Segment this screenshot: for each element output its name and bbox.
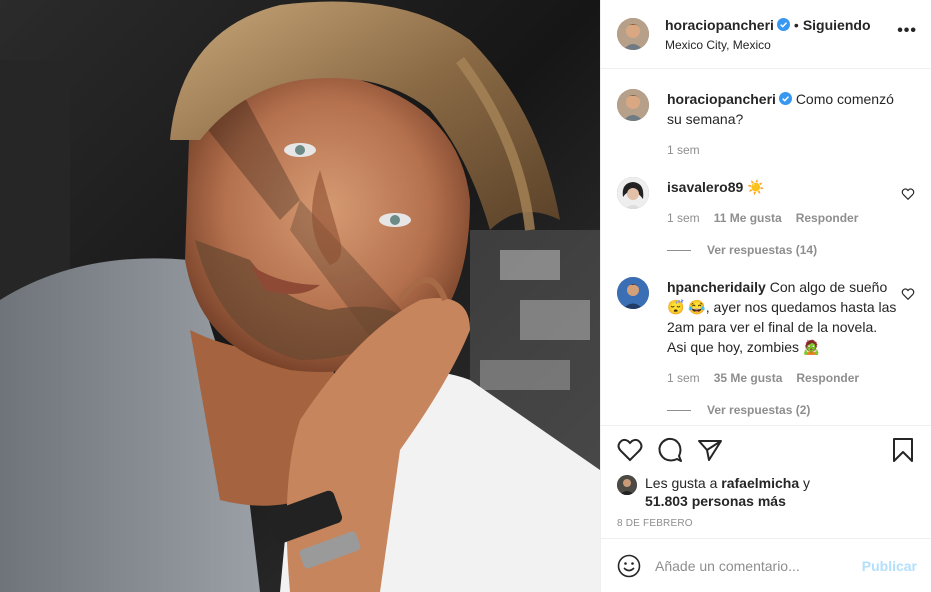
like-heart-icon[interactable] (617, 438, 643, 462)
publish-button[interactable]: Publicar (862, 558, 917, 574)
share-paper-plane-icon[interactable] (697, 438, 723, 462)
post-side-panel: horaciopancheri • Siguiendo Mexico City, M… (600, 0, 931, 592)
replies-divider (667, 249, 691, 251)
following-button[interactable]: Siguiendo (803, 17, 871, 33)
comment-bubble-icon[interactable] (657, 437, 683, 463)
save-bookmark-icon[interactable] (891, 437, 915, 463)
comment-likes[interactable]: 11 Me gusta (714, 211, 782, 225)
reply-button[interactable]: Responder (796, 211, 859, 225)
comment-info: 1 sem 35 Me gusta Responder (667, 371, 897, 385)
reply-button[interactable]: Responder (796, 371, 859, 385)
more-options-icon[interactable]: ••• (897, 22, 917, 40)
comment-like-heart-icon[interactable] (901, 187, 915, 201)
caption-info: 1 sem (667, 143, 897, 157)
view-replies-label: Ver respuestas (2) (707, 403, 811, 417)
comment-info: 1 sem 11 Me gusta Responder (667, 211, 897, 225)
comment-input[interactable] (655, 557, 845, 574)
separator-dot: • (793, 16, 799, 33)
comment-text: isavalero89 ☀️ (667, 177, 897, 197)
likes-prefix: Les gusta a (645, 475, 718, 491)
emoji-smiley-icon[interactable] (617, 554, 641, 578)
comment-body: ☀️ (747, 179, 765, 195)
commenter-avatar[interactable] (617, 177, 649, 209)
caption-username[interactable]: horaciopancheri (667, 91, 776, 107)
likes-count[interactable]: 51.803 personas más (645, 493, 786, 509)
verified-badge-icon (776, 17, 790, 31)
comment-username[interactable]: isavalero89 (667, 179, 743, 195)
add-comment-bar: Publicar (601, 538, 931, 592)
replies-divider (667, 409, 691, 411)
post-location[interactable]: Mexico City, Mexico (665, 38, 871, 52)
likes-joiner: y (803, 475, 810, 491)
verified-badge-icon (778, 92, 792, 105)
post-actions: Les gusta a rafaelmicha y 51.803 persona… (601, 425, 931, 538)
post-date[interactable]: 8 DE FEBRERO (617, 518, 915, 529)
comment-time[interactable]: 1 sem (667, 371, 700, 385)
view-replies-label: Ver respuestas (14) (707, 243, 818, 257)
post-photo[interactable] (0, 0, 600, 592)
view-replies-button[interactable]: Ver respuestas (2) (667, 403, 897, 417)
caption-text: horaciopancheri Como comenzó su semana? (667, 89, 897, 129)
comment-time[interactable]: 1 sem (667, 211, 700, 225)
portrait-photo-image (0, 0, 600, 592)
author-username[interactable]: horaciopancheri (665, 17, 774, 33)
view-replies-button[interactable]: Ver respuestas (14) (667, 243, 897, 257)
comment-like-heart-icon[interactable] (901, 287, 915, 301)
action-icons (617, 426, 915, 474)
comments-list: horaciopancheri Como comenzó su semana? … (601, 69, 931, 425)
comment-item: isavalero89 ☀️ 1 sem 11 Me gusta Respond… (617, 157, 915, 257)
comment-username[interactable]: hpancheridaily (667, 279, 766, 295)
commenter-avatar[interactable] (617, 277, 649, 309)
liker-username[interactable]: rafaelmicha (721, 475, 799, 491)
comment-text: hpancheridaily Con algo de sueño 😴 😂, ay… (667, 277, 897, 357)
post-header: horaciopancheri • Siguiendo Mexico City, M… (601, 0, 931, 69)
likes-summary: Les gusta a rafaelmicha y 51.803 persona… (617, 474, 915, 510)
liker-avatar[interactable] (617, 475, 637, 495)
comment-item: hpancheridaily Con algo de sueño 😴 😂, ay… (617, 257, 915, 417)
likes-text: Les gusta a rafaelmicha y 51.803 persona… (645, 474, 810, 510)
author-avatar[interactable] (617, 89, 649, 121)
author-avatar[interactable] (617, 18, 649, 50)
comment-likes[interactable]: 35 Me gusta (714, 371, 783, 385)
instagram-post-view: horaciopancheri • Siguiendo Mexico City, M… (0, 0, 931, 592)
caption-time[interactable]: 1 sem (667, 143, 700, 157)
caption-row: horaciopancheri Como comenzó su semana? … (617, 69, 915, 157)
